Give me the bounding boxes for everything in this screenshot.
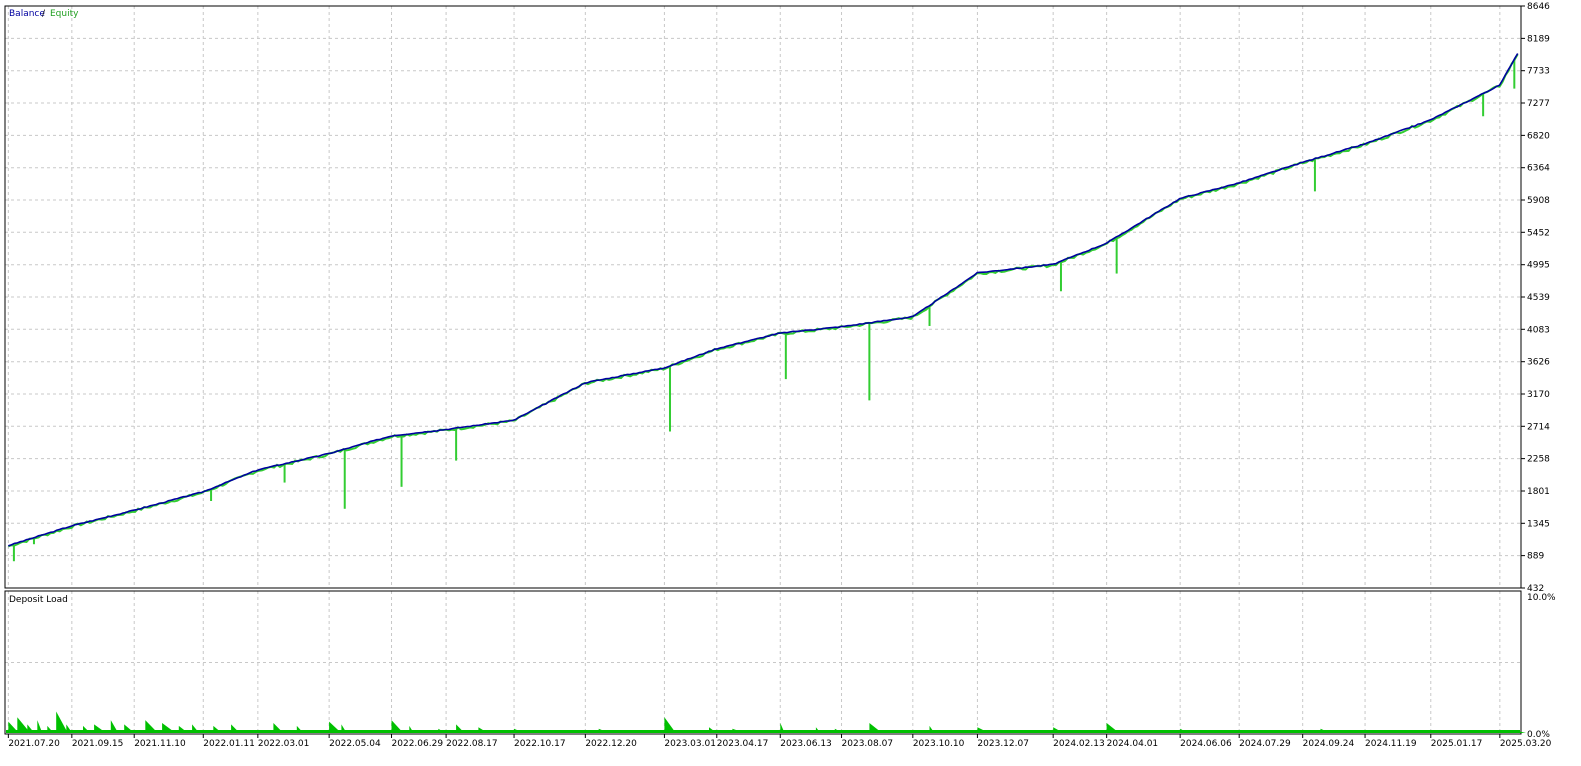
legend-balance-label: Balance — [9, 9, 45, 19]
x-tick-label: 2022.06.29 — [392, 739, 444, 749]
x-tick-label: 2022.12.20 — [585, 739, 637, 749]
x-tick-label: 2022.01.11 — [203, 739, 255, 749]
x-tick-label: 2022.10.17 — [514, 739, 566, 749]
x-tick-label: 2023.04.17 — [717, 739, 769, 749]
load-tick-label: 10.0% — [1527, 593, 1556, 603]
x-tick-label: 2022.08.17 — [446, 739, 498, 749]
y-tick-label: 1801 — [1527, 487, 1550, 497]
x-tick-label: 2021.07.20 — [8, 739, 60, 749]
legend: Balance / Equity — [9, 9, 79, 19]
deposit-load-title: Deposit Load — [9, 595, 68, 605]
x-tick-label: 2023.10.10 — [913, 739, 965, 749]
y-tick-label: 889 — [1527, 552, 1544, 562]
x-tick-label: 2022.05.04 — [329, 739, 381, 749]
y-tick-label: 5908 — [1527, 196, 1550, 206]
y-tick-label: 2714 — [1527, 422, 1550, 432]
y-tick-label: 7277 — [1527, 99, 1550, 109]
y-tick-label: 4995 — [1527, 261, 1550, 271]
y-tick-label: 3626 — [1527, 358, 1550, 368]
chart-background — [0, 0, 1581, 762]
x-tick-label: 2023.12.07 — [977, 739, 1029, 749]
y-tick-label: 1345 — [1527, 519, 1550, 529]
x-tick-label: 2024.04.01 — [1107, 739, 1159, 749]
x-tick-label: 2023.03.01 — [664, 739, 716, 749]
y-tick-label: 8646 — [1527, 2, 1550, 12]
y-tick-label: 4539 — [1527, 293, 1550, 303]
legend-equity-label: Equity — [50, 9, 79, 19]
balance-equity-chart: 8646 8189 7733 7277 6820 6364 5908 5452 4995 4539… — [0, 0, 1581, 762]
strategy-tester-graph: 8646 8189 7733 7277 6820 6364 5908 5452 4995 4539… — [0, 0, 1581, 762]
y-tick-label: 6364 — [1527, 164, 1550, 174]
x-tick-label: 2025.03.20 — [1500, 739, 1552, 749]
y-tick-label: 2258 — [1527, 455, 1550, 465]
x-tick-label: 2021.11.10 — [134, 739, 186, 749]
y-tick-label: 5452 — [1527, 228, 1550, 238]
y-tick-label: 8189 — [1527, 34, 1550, 44]
x-tick-label: 2023.08.07 — [842, 739, 894, 749]
x-tick-label: 2022.03.01 — [258, 739, 310, 749]
y-tick-label: 6820 — [1527, 131, 1550, 141]
y-tick-label: 4083 — [1527, 325, 1550, 335]
x-tick-label: 2024.02.13 — [1053, 739, 1105, 749]
x-tick-label: 2024.06.06 — [1180, 739, 1232, 749]
x-tick-label: 2024.07.29 — [1239, 739, 1291, 749]
x-tick-label: 2023.06.13 — [780, 739, 832, 749]
x-tick-label: 2024.09.24 — [1303, 739, 1355, 749]
x-tick-label: 2024.11.19 — [1365, 739, 1417, 749]
x-tick-label: 2025.01.17 — [1431, 739, 1483, 749]
y-tick-label: 7733 — [1527, 67, 1550, 77]
deposit-load-baseline — [6, 730, 1520, 733]
y-tick-label: 3170 — [1527, 390, 1550, 400]
x-tick-label: 2021.09.15 — [72, 739, 124, 749]
